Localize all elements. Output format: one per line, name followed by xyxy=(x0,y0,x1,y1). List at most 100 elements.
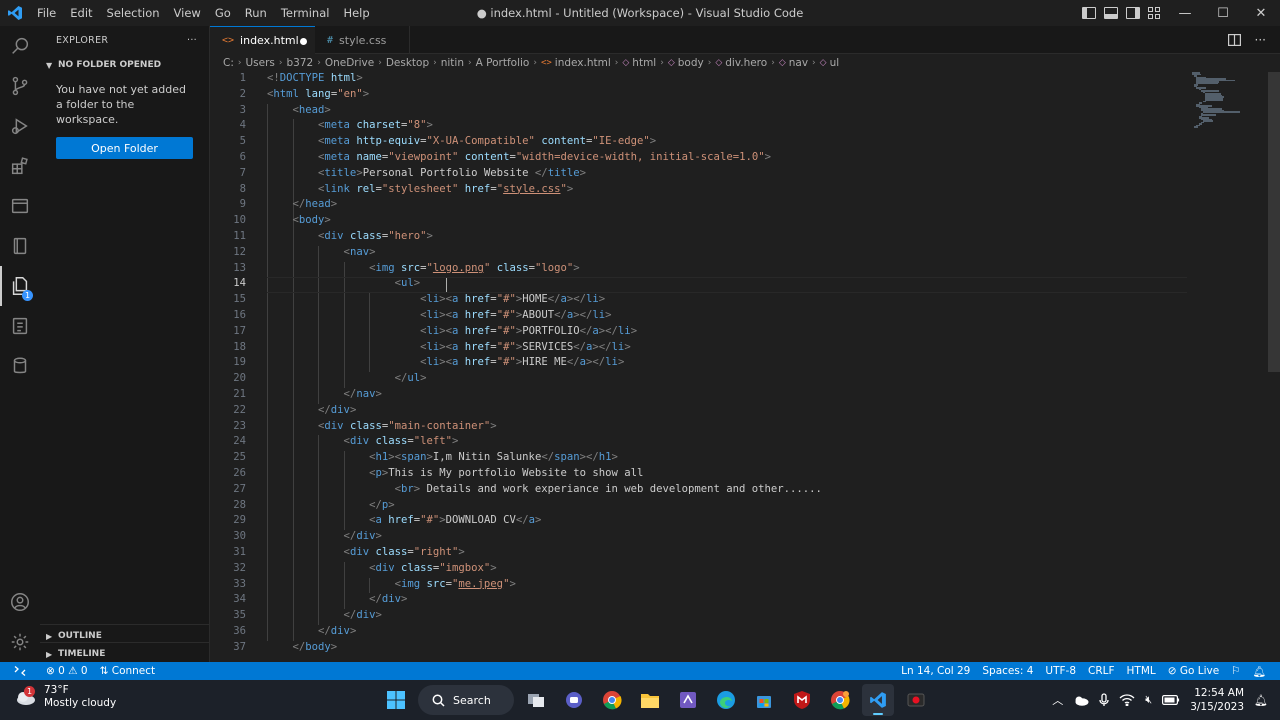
code-line[interactable]: 33 <img src="me.jpeg"> xyxy=(210,578,1280,594)
menu-file[interactable]: File xyxy=(30,0,63,26)
notebook-icon[interactable] xyxy=(0,226,40,266)
close-button[interactable]: ✕ xyxy=(1242,0,1280,26)
split-editor-icon[interactable] xyxy=(1227,34,1241,46)
wifi-icon[interactable] xyxy=(1119,694,1135,706)
edge-icon[interactable] xyxy=(710,684,742,716)
encoding[interactable]: UTF-8 xyxy=(1039,665,1082,677)
code-line[interactable]: 4 <meta charset="8"> xyxy=(210,119,1280,135)
end-of-line[interactable]: CRLF xyxy=(1082,665,1121,677)
menu-help[interactable]: Help xyxy=(336,0,376,26)
run-debug-icon[interactable] xyxy=(0,106,40,146)
customize-layout-icon[interactable] xyxy=(1148,7,1160,19)
chrome-profile-icon[interactable] xyxy=(824,684,856,716)
breadcrumb-symbol[interactable]: html xyxy=(632,57,656,69)
code-line[interactable]: 5 <meta http-equiv="X-UA-Compatible" con… xyxy=(210,135,1280,151)
code-line[interactable]: 37 </body> xyxy=(210,641,1280,657)
code-line[interactable]: 9 </head> xyxy=(210,198,1280,214)
mcafee-icon[interactable] xyxy=(786,684,818,716)
code-line[interactable]: 26 <p>This is My portfolio Website to sh… xyxy=(210,467,1280,483)
breadcrumb-item[interactable]: nitin xyxy=(441,57,464,69)
taskbar-search[interactable]: Search xyxy=(418,685,514,715)
code-line[interactable]: 3 <head> xyxy=(210,104,1280,120)
menu-go[interactable]: Go xyxy=(208,0,238,26)
more-actions-icon[interactable]: ··· xyxy=(1255,33,1266,47)
start-button[interactable] xyxy=(380,684,412,716)
code-line[interactable]: 11 <div class="hero"> xyxy=(210,230,1280,246)
remote-explorer-icon[interactable] xyxy=(0,186,40,226)
code-line[interactable]: 27 <br> Details and work experiance in w… xyxy=(210,483,1280,499)
indentation[interactable]: Spaces: 4 xyxy=(976,665,1039,677)
extensions-icon[interactable] xyxy=(0,146,40,186)
menu-edit[interactable]: Edit xyxy=(63,0,99,26)
toggle-primary-sidebar-icon[interactable] xyxy=(1082,7,1096,19)
code-line[interactable]: 25 <h1><span>I,m Nitin Salunke</span></h… xyxy=(210,451,1280,467)
code-line[interactable]: 30 </div> xyxy=(210,530,1280,546)
code-line[interactable]: 12 <nav> xyxy=(210,246,1280,262)
accounts-icon[interactable] xyxy=(0,582,40,622)
breadcrumb-symbol[interactable]: nav xyxy=(789,57,808,69)
weather-widget[interactable]: 1 73°F Mostly cloudy xyxy=(14,684,116,710)
connect-button[interactable]: ⇅ Connect xyxy=(94,665,162,677)
code-line[interactable]: 19 <li><a href="#">HIRE ME</a></li> xyxy=(210,356,1280,372)
breadcrumb-item[interactable]: Desktop xyxy=(386,57,429,69)
explorer-more-actions[interactable]: ··· xyxy=(187,35,197,46)
breadcrumb-item[interactable]: b372 xyxy=(287,57,314,69)
cursor-position[interactable]: Ln 14, Col 29 xyxy=(895,665,976,677)
code-line[interactable]: 14 <ul> xyxy=(210,277,1280,294)
breadcrumb-symbol[interactable]: body xyxy=(678,57,704,69)
chrome-icon[interactable] xyxy=(596,684,628,716)
feedback-icon[interactable]: ⚐ xyxy=(1225,665,1246,677)
tab-style-css[interactable]: # style.css xyxy=(315,26,410,54)
code-line[interactable]: 21 </nav> xyxy=(210,388,1280,404)
menu-view[interactable]: View xyxy=(167,0,208,26)
menu-selection[interactable]: Selection xyxy=(100,0,167,26)
screen-recorder-icon[interactable] xyxy=(900,684,932,716)
breadcrumb-item[interactable]: C: xyxy=(223,57,234,69)
code-line[interactable]: 31 <div class="right"> xyxy=(210,546,1280,562)
no-folder-section[interactable]: ▼ NO FOLDER OPENED xyxy=(40,54,209,76)
microphone-icon[interactable] xyxy=(1099,693,1109,707)
code-line[interactable]: 28 </p> xyxy=(210,499,1280,515)
testing-icon[interactable] xyxy=(0,306,40,346)
code-line[interactable]: 24 <div class="left"> xyxy=(210,435,1280,451)
code-line[interactable]: 13 <img src="logo.png" class="logo"> xyxy=(210,262,1280,278)
menu-terminal[interactable]: Terminal xyxy=(274,0,337,26)
problems-indicator[interactable]: ⊗ 0 ⚠ 0 xyxy=(40,665,94,677)
breadcrumb-item[interactable]: Users xyxy=(245,57,274,69)
notification-center-icon[interactable]: 🔔︎ xyxy=(1254,694,1268,707)
toggle-panel-icon[interactable] xyxy=(1104,7,1118,19)
manage-gear-icon[interactable] xyxy=(0,622,40,662)
code-line[interactable]: 8 <link rel="stylesheet" href="style.css… xyxy=(210,183,1280,199)
code-line[interactable]: 20 </ul> xyxy=(210,372,1280,388)
remote-indicator[interactable] xyxy=(0,662,40,680)
minimize-button[interactable]: — xyxy=(1166,0,1204,26)
code-line[interactable]: 2 <html lang="en"> xyxy=(210,88,1280,104)
volume-muted-icon[interactable]: 🔇︎ xyxy=(1145,693,1152,707)
search-icon[interactable] xyxy=(0,26,40,66)
source-control-icon[interactable] xyxy=(0,66,40,106)
breadcrumb-item[interactable]: A Portfolio xyxy=(476,57,530,69)
chevron-up-icon[interactable]: ︿ xyxy=(1052,692,1063,708)
menu-run[interactable]: Run xyxy=(238,0,274,26)
system-clock[interactable]: 12:54 AM 3/15/2023 xyxy=(1190,686,1244,714)
code-line[interactable]: 34 </div> xyxy=(210,593,1280,609)
maximize-button[interactable]: ☐ xyxy=(1204,0,1242,26)
go-live-button[interactable]: ⊘ Go Live xyxy=(1162,665,1225,677)
code-line[interactable]: 23 <div class="main-container"> xyxy=(210,420,1280,436)
breadcrumb-file[interactable]: index.html xyxy=(555,57,611,69)
code-line[interactable]: 32 <div class="imgbox"> xyxy=(210,562,1280,578)
code-line[interactable]: 7 <title>Personal Portfolio Website </ti… xyxy=(210,167,1280,183)
onedrive-cloud-icon[interactable] xyxy=(1073,695,1089,706)
visual-studio-icon[interactable] xyxy=(672,684,704,716)
code-editor[interactable]: 1 <!DOCTYPE html> 2 <html lang="en"> 3 <head… xyxy=(210,72,1280,662)
battery-icon[interactable] xyxy=(1162,695,1180,705)
code-line[interactable]: 15 <li><a href="#">HOME</a></li> xyxy=(210,293,1280,309)
database-icon[interactable] xyxy=(0,346,40,386)
code-line[interactable]: 1 <!DOCTYPE html> xyxy=(210,72,1280,88)
code-line[interactable]: 35 </div> xyxy=(210,609,1280,625)
breadcrumb-symbol[interactable]: ul xyxy=(830,57,840,69)
code-line[interactable]: 18 <li><a href="#">SERVICES</a></li> xyxy=(210,341,1280,357)
code-line[interactable]: 36 </div> xyxy=(210,625,1280,641)
vscode-taskbar-icon[interactable] xyxy=(862,684,894,716)
tab-index-html[interactable]: <> index.html xyxy=(210,26,315,54)
